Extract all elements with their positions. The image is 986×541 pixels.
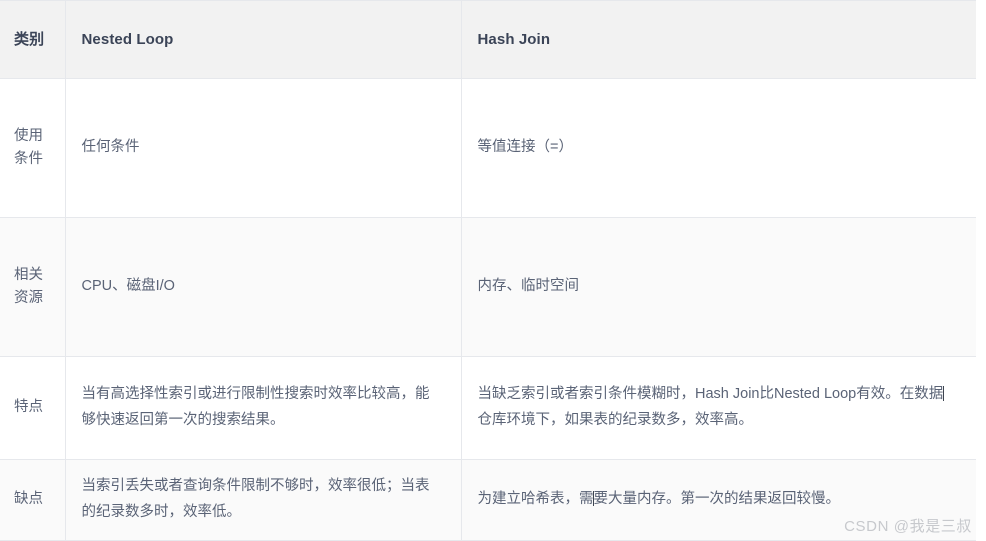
cell-hash-join-defect-text-before-caret: 为建立哈希表，需 — [477, 491, 594, 508]
cell-hash-join-feature-text-after-caret: 仓库环境下，如果表的纪录数多，效率高。 — [477, 412, 754, 428]
cell-hash-join-defect: 为建立哈希表，需要大量内存。第一次的结果返回较慢。 — [461, 459, 976, 541]
table-header-row: 类别 Nested Loop Hash Join — [0, 0, 976, 79]
table-row: 特点 当有高选择性索引或进行限制性搜索时效率比较高，能够快速返回第一次的搜索结果… — [0, 356, 976, 460]
row-label-related-resource: 相关资源 — [0, 217, 66, 357]
text-cursor-caret — [942, 385, 944, 402]
cell-hash-join-defect-text-after-caret: 要大量内存。第一次的结果返回较慢。 — [593, 491, 841, 508]
column-header-category: 类别 — [0, 0, 66, 79]
cell-nested-loop-usage-condition: 任何条件 — [65, 78, 462, 218]
column-header-hash-join: Hash Join — [461, 0, 976, 79]
row-label-defect: 缺点 — [0, 459, 66, 541]
table-row: 使用条件 任何条件 等值连接（=） — [0, 78, 976, 218]
row-label-feature: 特点 — [0, 356, 66, 460]
table-header: 类别 Nested Loop Hash Join — [0, 0, 976, 79]
table-row: 相关资源 CPU、磁盘I/O 内存、临时空间 — [0, 217, 976, 357]
cell-hash-join-usage-condition: 等值连接（=） — [461, 78, 976, 218]
cell-hash-join-feature-text-before-caret: 当缺乏索引或者索引条件模糊时，Hash Join比Nested Loop有效。在… — [477, 386, 944, 403]
join-comparison-table: 类别 Nested Loop Hash Join 使用条件 任何条件 等值连接（… — [0, 0, 976, 541]
column-header-nested-loop: Nested Loop — [65, 0, 462, 79]
page-root: 类别 Nested Loop Hash Join 使用条件 任何条件 等值连接（… — [0, 0, 986, 541]
table-body: 使用条件 任何条件 等值连接（=） 相关资源 CPU、磁盘I/O 内存、临时空间… — [0, 78, 976, 541]
cell-nested-loop-feature: 当有高选择性索引或进行限制性搜索时效率比较高，能够快速返回第一次的搜索结果。 — [65, 356, 462, 460]
cell-nested-loop-defect: 当索引丢失或者查询条件限制不够时，效率很低；当表的纪录数多时，效率低。 — [65, 459, 462, 541]
cell-nested-loop-related-resource: CPU、磁盘I/O — [65, 217, 462, 357]
row-label-usage-condition: 使用条件 — [0, 78, 66, 218]
table-row: 缺点 当索引丢失或者查询条件限制不够时，效率很低；当表的纪录数多时，效率低。 为… — [0, 459, 976, 541]
cell-hash-join-related-resource: 内存、临时空间 — [461, 217, 976, 357]
cell-hash-join-feature: 当缺乏索引或者索引条件模糊时，Hash Join比Nested Loop有效。在… — [461, 356, 976, 460]
